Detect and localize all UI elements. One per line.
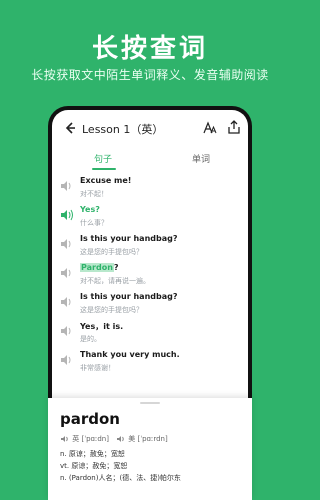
back-arrow-icon[interactable] [62, 120, 78, 136]
top-bar: Lesson 1（英） [52, 110, 248, 146]
sentence-english-rest: ? [113, 263, 119, 272]
lesson-title: Lesson 1（英） [82, 123, 164, 136]
sentence-row[interactable]: Excuse me! 对不起！ [52, 176, 248, 204]
dictionary-panel: pardon 英 [ˈpɑːdn] 美 [ˈpɑːrdn] n. 原谅；赦免；宽… [48, 398, 252, 500]
tab-words[interactable]: 单词 [192, 152, 210, 165]
sentence-english: Is this your handbag? [80, 292, 178, 301]
sentence-english: Pardon? [80, 263, 119, 272]
sentence-english: Excuse me! [80, 176, 132, 185]
pronunciation-us-text: 美 [ˈpɑːrdn] [128, 435, 168, 443]
speaker-icon[interactable] [60, 209, 74, 221]
sentence-english: Is this your handbag? [80, 234, 178, 243]
definition-line: vt. 原谅；赦免；宽恕 [60, 462, 128, 470]
speaker-icon[interactable] [60, 180, 74, 192]
sentence-chinese: 什么事？ [80, 219, 108, 227]
sentence-chinese: 非常感谢！ [80, 364, 115, 372]
speaker-icon[interactable] [60, 435, 70, 443]
sentence-chinese: 是的。 [80, 335, 101, 343]
sentence-english: Yes，it is. [80, 322, 124, 331]
tab-sentences[interactable]: 句子 [94, 152, 112, 165]
definition-line: n. (Pardon)人名；(德、法、捷)帕尔东 [60, 474, 181, 482]
sentence-row[interactable]: Pardon? 对不起，请再说一遍。 [52, 263, 248, 291]
speaker-icon[interactable] [60, 354, 74, 366]
sentence-chinese: 这是您的手提包吗？ [80, 248, 143, 256]
sentence-chinese: 对不起，请再说一遍。 [80, 277, 150, 285]
sentence-row[interactable]: Yes? 什么事？ [52, 205, 248, 233]
sentence-row[interactable]: Is this your handbag? 这是您的手提包吗？ [52, 292, 248, 320]
highlighted-word[interactable]: Pardon [80, 263, 114, 272]
hero-subtitle: 长按获取文中陌生单词释义、发音辅助阅读 [31, 68, 269, 82]
sentence-row[interactable]: Yes，it is. 是的。 [52, 321, 248, 349]
share-icon[interactable] [226, 119, 242, 135]
hero-title: 长按查词 [91, 34, 208, 64]
sentence-english: Thank you very much. [80, 350, 180, 359]
definitions: n. 原谅；赦免；宽恕 vt. 原谅；赦免；宽恕 n. (Pardon)人名；(… [60, 448, 181, 484]
speaker-icon[interactable] [60, 296, 74, 308]
tab-bar: 句子 单词 [52, 148, 248, 172]
drag-handle[interactable] [140, 402, 160, 404]
font-size-icon[interactable] [202, 120, 218, 136]
speaker-icon[interactable] [60, 325, 74, 337]
dictionary-word: pardon [60, 410, 120, 428]
active-tab-indicator [92, 168, 116, 170]
sentence-row[interactable]: Is this your handbag? 这是您的手提包吗？ [52, 234, 248, 262]
sentence-english: Yes? [80, 205, 100, 214]
sentence-row[interactable]: Thank you very much. 非常感谢！ [52, 350, 248, 378]
pronunciation-uk-text: 英 [ˈpɑːdn] [72, 435, 109, 443]
sentence-chinese: 对不起！ [80, 190, 108, 198]
speaker-icon[interactable] [60, 238, 74, 250]
definition-line: n. 原谅；赦免；宽恕 [60, 450, 125, 458]
speaker-icon[interactable] [60, 267, 74, 279]
sentence-chinese: 这是您的手提包吗？ [80, 306, 143, 314]
pronunciation-uk[interactable]: 英 [ˈpɑːdn] [60, 434, 109, 444]
pronunciation-us[interactable]: 美 [ˈpɑːrdn] [116, 434, 168, 444]
speaker-icon[interactable] [116, 435, 126, 443]
